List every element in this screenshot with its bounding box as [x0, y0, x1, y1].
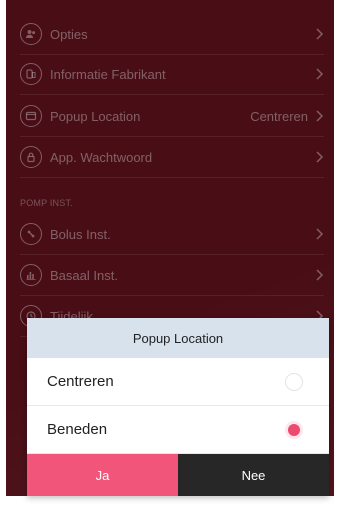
ja-button[interactable]: Ja: [27, 454, 178, 496]
option-centreren[interactable]: Centreren: [27, 358, 329, 406]
nee-button[interactable]: Nee: [178, 454, 329, 496]
dialog-actions: Ja Nee: [27, 454, 329, 496]
option-label: Beneden: [47, 421, 108, 438]
radio-unselected-icon[interactable]: [285, 372, 303, 391]
option-beneden[interactable]: Beneden: [27, 406, 329, 454]
dialog-title: Popup Location: [27, 318, 329, 358]
option-label: Centreren: [47, 373, 114, 390]
popup-location-dialog: Popup Location Centreren Beneden Ja Nee: [27, 318, 329, 496]
radio-selected-icon[interactable]: [288, 423, 300, 436]
